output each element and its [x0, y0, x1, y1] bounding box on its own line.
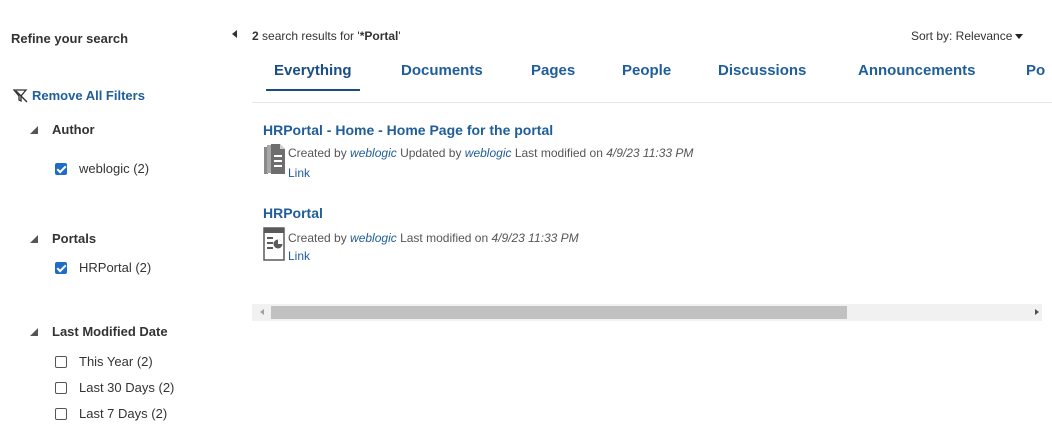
collapse-panel-arrow-icon[interactable]: [232, 30, 237, 38]
result-type-tabs: Everything Documents Pages People Discus…: [252, 60, 1052, 103]
facet-author-weblogic[interactable]: weblogic (2): [55, 161, 149, 176]
result-title-link[interactable]: HRPortal - Home - Home Page for the port…: [263, 122, 553, 138]
results-summary: 2 search results for '*Portal': [252, 29, 401, 43]
tab-documents[interactable]: Documents: [401, 62, 483, 79]
checkbox-checked[interactable]: [55, 162, 67, 175]
author-link[interactable]: weblogic: [350, 146, 397, 160]
collapse-triangle-icon: [30, 125, 38, 134]
facet-group-portals[interactable]: Portals: [30, 231, 96, 246]
horizontal-scrollbar[interactable]: [252, 304, 1042, 321]
pages-icon: [264, 144, 285, 174]
facet-group-label: Last Modified Date: [52, 324, 168, 339]
facet-group-last-modified[interactable]: Last Modified Date: [30, 324, 168, 339]
created-prefix: Created by: [288, 231, 351, 245]
checkbox-checked[interactable]: [55, 261, 67, 274]
refine-search-heading: Refine your search: [11, 31, 129, 46]
facet-last-30-days[interactable]: Last 30 Days (2): [55, 380, 174, 395]
updater-link[interactable]: weblogic: [465, 146, 512, 160]
facet-label: This Year (2): [79, 354, 153, 369]
tab-portals[interactable]: Po: [1026, 62, 1045, 79]
modified-prefix: Last modified on: [511, 146, 607, 160]
scroll-right-arrow-icon[interactable]: [1035, 309, 1039, 315]
tab-discussions[interactable]: Discussions: [718, 62, 806, 79]
tab-announcements[interactable]: Announcements: [858, 62, 976, 79]
tab-people[interactable]: People: [622, 62, 671, 79]
author-link[interactable]: weblogic: [350, 231, 397, 245]
tab-everything[interactable]: Everything: [266, 62, 360, 91]
facet-last-7-days[interactable]: Last 7 Days (2): [55, 406, 167, 421]
scroll-left-arrow-icon[interactable]: [260, 309, 264, 315]
result-link[interactable]: Link: [288, 166, 310, 180]
results-summary-close: ': [398, 29, 401, 43]
facet-label: HRPortal (2): [79, 260, 152, 275]
result-metadata: Created by weblogic Updated by weblogic …: [288, 146, 693, 160]
facet-group-label: Author: [52, 122, 95, 137]
facet-this-year[interactable]: This Year (2): [55, 354, 153, 369]
chevron-down-icon: [1015, 33, 1024, 39]
tab-pages[interactable]: Pages: [531, 62, 575, 79]
result-metadata: Created by weblogic Last modified on 4/9…: [288, 231, 579, 245]
facet-label: Last 30 Days (2): [79, 380, 175, 395]
modified-date: 4/9/23 11:33 PM: [606, 146, 694, 160]
checkbox-unchecked[interactable]: [55, 355, 67, 368]
remove-all-filters-link[interactable]: Remove All Filters: [13, 88, 145, 103]
search-query: *Portal: [359, 29, 399, 43]
result-title-link[interactable]: HRPortal: [263, 205, 323, 221]
created-prefix: Created by: [288, 146, 351, 160]
facet-group-label: Portals: [52, 231, 97, 246]
results-count: 2: [252, 29, 259, 43]
sort-dropdown[interactable]: Sort by: Relevance: [911, 29, 1024, 43]
checkbox-unchecked[interactable]: [55, 407, 67, 420]
sort-label: Sort by: Relevance: [911, 29, 1013, 43]
remove-all-filters-label: Remove All Filters: [32, 88, 145, 103]
updated-prefix: Updated by: [396, 146, 465, 160]
modified-date: 4/9/23 11:33 PM: [491, 231, 579, 245]
modified-prefix: Last modified on: [396, 231, 492, 245]
facet-portal-hrportal[interactable]: HRPortal (2): [55, 260, 151, 275]
facet-label: weblogic (2): [79, 161, 150, 176]
facet-label: Last 7 Days (2): [79, 406, 168, 421]
result-link[interactable]: Link: [288, 249, 310, 263]
filter-clear-icon: [13, 88, 28, 102]
results-summary-text: search results for ': [258, 29, 360, 43]
facet-group-author[interactable]: Author: [30, 122, 95, 137]
portal-icon: [263, 227, 285, 261]
collapse-triangle-icon: [30, 327, 38, 336]
collapse-triangle-icon: [30, 234, 38, 243]
checkbox-unchecked[interactable]: [55, 381, 67, 394]
scrollbar-thumb[interactable]: [271, 306, 847, 319]
